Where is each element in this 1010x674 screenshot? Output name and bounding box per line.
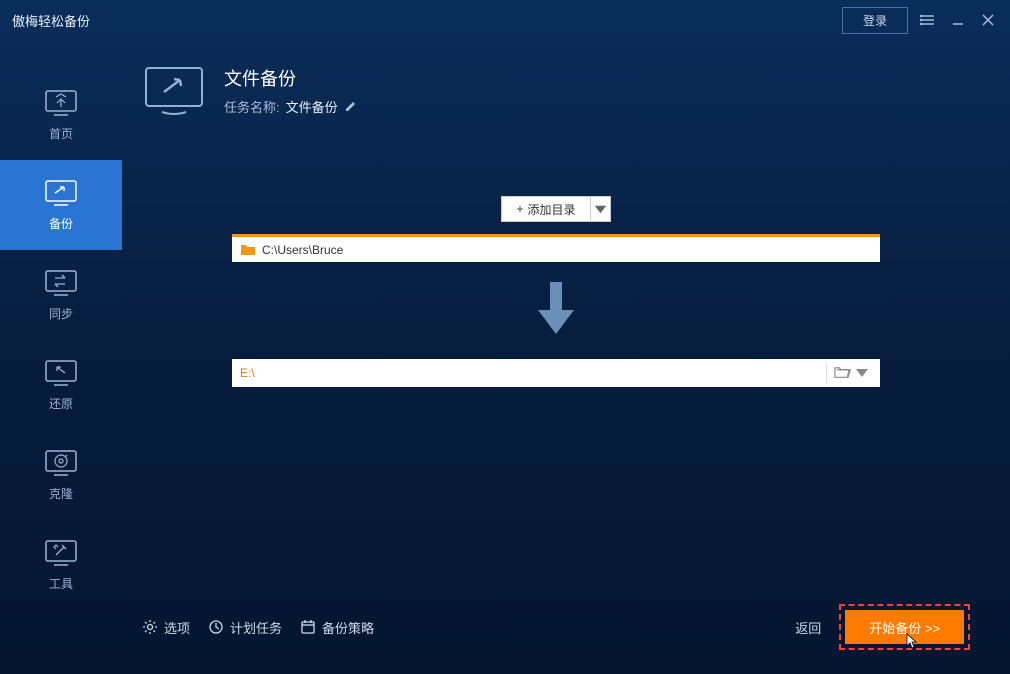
destination-path-box[interactable]: E:\: [232, 359, 880, 387]
sidebar-item-label: 克隆: [49, 485, 73, 502]
source-path-text: C:\Users\Bruce: [262, 243, 872, 257]
calendar-icon: [300, 619, 316, 635]
page-header: 文件备份 任务名称: 文件备份: [142, 64, 970, 116]
add-directory-dropdown-icon[interactable]: [591, 196, 611, 222]
restore-monitor-icon: [44, 359, 78, 387]
back-button[interactable]: 返回: [795, 618, 821, 637]
file-backup-header-icon: [142, 64, 206, 116]
backup-config-content: + 添加目录 C:\Users\Bruce E:\: [142, 156, 970, 592]
titlebar: 傲梅轻松备份 登录: [0, 0, 1010, 40]
folder-icon: [240, 242, 256, 258]
footer-right: 返回 开始备份 >>: [795, 604, 970, 650]
task-name-label: 任务名称:: [224, 97, 280, 116]
start-backup-button[interactable]: 开始备份 >>: [845, 610, 964, 644]
task-name-value: 文件备份: [286, 97, 338, 116]
main-content: 文件备份 任务名称: 文件备份 + 添加目录: [122, 40, 1010, 674]
titlebar-left: 傲梅轻松备份: [12, 11, 90, 30]
sidebar-item-label: 备份: [49, 215, 73, 232]
strategy-button[interactable]: 备份策略: [300, 618, 374, 637]
sidebar-item-label: 工具: [49, 575, 73, 592]
sidebar-item-label: 首页: [49, 125, 73, 142]
sidebar: 首页 备份 同步 还原 克隆: [0, 40, 122, 674]
sidebar-item-tools[interactable]: 工具: [0, 520, 122, 610]
options-label: 选项: [164, 618, 190, 637]
browse-folder-icon[interactable]: [826, 363, 852, 383]
footer-left: 选项 计划任务 备份策略: [142, 618, 374, 637]
destination-dropdown-icon[interactable]: [852, 363, 872, 383]
options-button[interactable]: 选项: [142, 618, 190, 637]
task-name-row: 任务名称: 文件备份: [224, 97, 358, 116]
sidebar-item-label: 同步: [49, 305, 73, 322]
header-text: 文件备份 任务名称: 文件备份: [224, 65, 358, 116]
close-icon[interactable]: [978, 10, 998, 30]
home-monitor-icon: [44, 89, 78, 117]
backup-monitor-icon: [44, 179, 78, 207]
titlebar-right: 登录: [842, 7, 998, 34]
login-button[interactable]: 登录: [842, 7, 908, 34]
page-title: 文件备份: [224, 65, 358, 91]
arrow-down-icon: [532, 280, 580, 341]
menu-list-icon[interactable]: [918, 10, 938, 30]
sidebar-item-home[interactable]: 首页: [0, 70, 122, 160]
edit-pencil-icon[interactable]: [344, 99, 358, 113]
schedule-button[interactable]: 计划任务: [208, 618, 282, 637]
sidebar-item-clone[interactable]: 克隆: [0, 430, 122, 520]
footer: 选项 计划任务 备份策略 返回 开始备份 >>: [142, 592, 970, 658]
sidebar-item-label: 还原: [49, 395, 73, 412]
plus-icon: +: [516, 202, 523, 216]
app-title: 傲梅轻松备份: [12, 11, 90, 30]
sync-monitor-icon: [44, 269, 78, 297]
sidebar-item-sync[interactable]: 同步: [0, 250, 122, 340]
clock-icon: [208, 619, 224, 635]
layout: 首页 备份 同步 还原 克隆: [0, 40, 1010, 674]
schedule-label: 计划任务: [230, 618, 282, 637]
add-directory-button[interactable]: + 添加目录: [501, 196, 590, 222]
minimize-icon[interactable]: [948, 10, 968, 30]
sidebar-item-backup[interactable]: 备份: [0, 160, 122, 250]
destination-path-text: E:\: [240, 366, 826, 380]
start-button-highlight: 开始备份 >>: [839, 604, 970, 650]
add-directory-row: + 添加目录: [501, 196, 610, 222]
add-directory-label: 添加目录: [528, 201, 576, 218]
clone-monitor-icon: [44, 449, 78, 477]
source-path-box[interactable]: C:\Users\Bruce: [232, 234, 880, 262]
strategy-label: 备份策略: [322, 618, 374, 637]
tools-monitor-icon: [44, 539, 78, 567]
sidebar-item-restore[interactable]: 还原: [0, 340, 122, 430]
gear-icon: [142, 619, 158, 635]
